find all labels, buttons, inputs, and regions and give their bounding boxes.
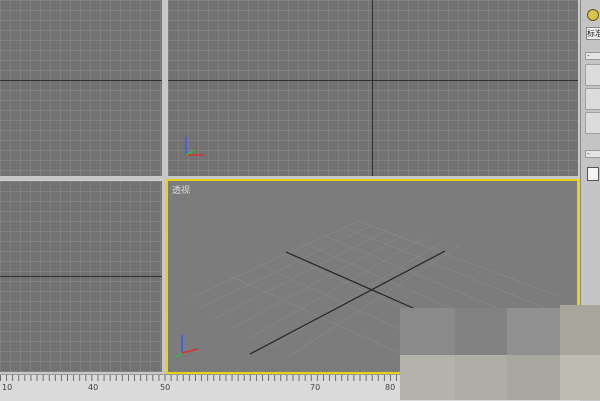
rollout-header[interactable]: -	[585, 150, 600, 158]
viewport-top[interactable]	[0, 0, 162, 176]
grid-axis-horizontal	[0, 276, 162, 277]
viewport-left[interactable]	[0, 181, 162, 372]
checkbox[interactable]	[587, 167, 599, 181]
rollout-header[interactable]: -	[585, 52, 600, 60]
tick-label: 70	[310, 383, 321, 392]
rollout-field[interactable]	[585, 112, 600, 134]
grid-axis-horizontal	[0, 80, 162, 81]
axis-tripod-icon	[175, 335, 199, 358]
rollout-field[interactable]	[585, 64, 600, 86]
tick-label: 80	[385, 383, 396, 392]
create-icon[interactable]	[587, 9, 599, 21]
object-type-dropdown[interactable]: 标准	[586, 27, 600, 40]
rollout-field[interactable]	[585, 88, 600, 110]
grid-axis-vertical	[372, 0, 373, 176]
tick-label: 50	[160, 383, 171, 392]
axis-tripod-icon	[185, 137, 204, 156]
tick-label: 10	[2, 383, 13, 392]
tick-label: 40	[88, 383, 99, 392]
viewport-front[interactable]	[168, 0, 578, 176]
grid-axis-horizontal	[168, 80, 578, 81]
